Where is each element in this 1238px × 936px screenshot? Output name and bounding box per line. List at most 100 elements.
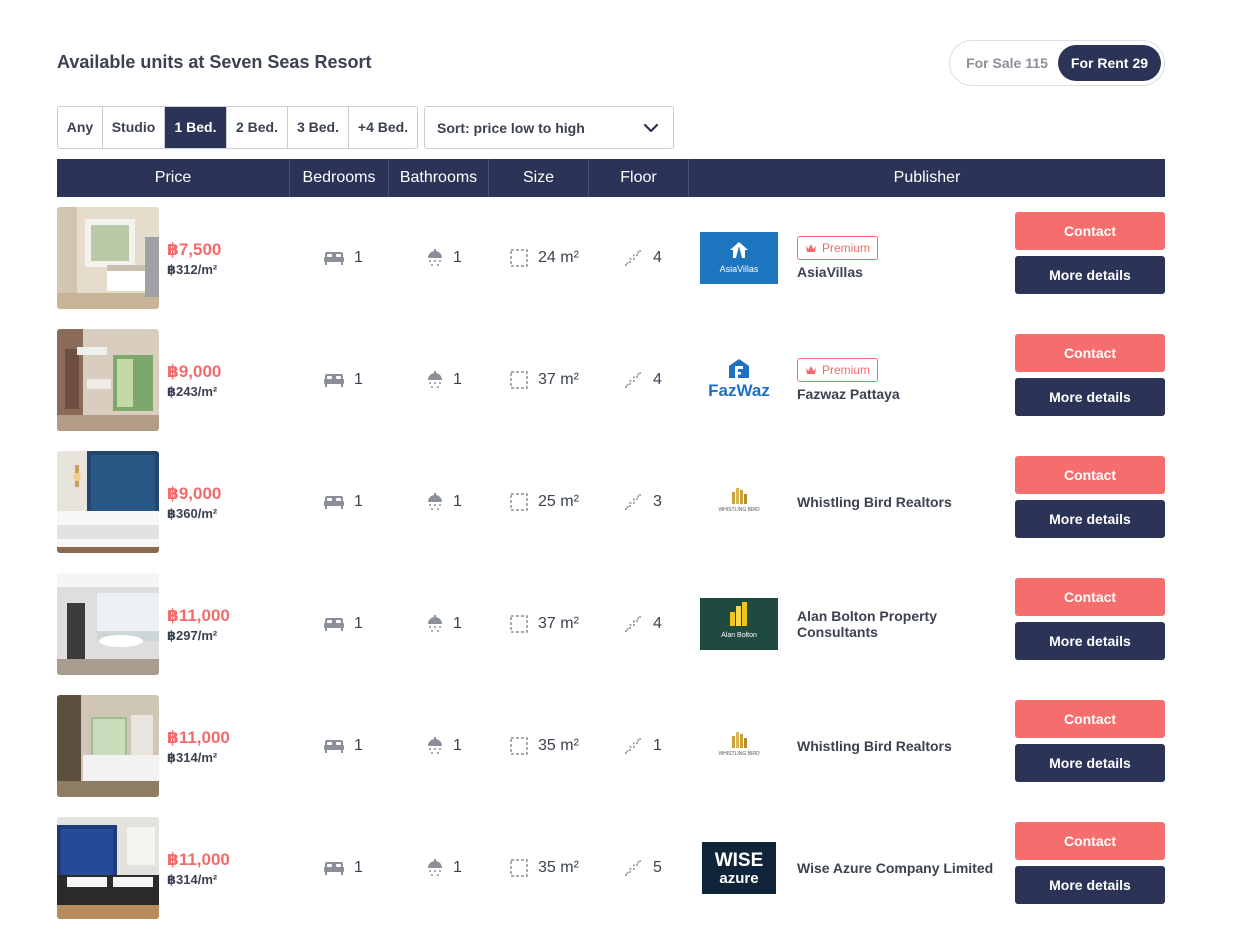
crown-icon bbox=[806, 366, 816, 374]
fazwaz-logo-text: FazWaz bbox=[708, 381, 770, 400]
size-icon bbox=[510, 493, 528, 511]
size-cell: 37 m² bbox=[510, 614, 579, 634]
more-details-button[interactable]: More details bbox=[1015, 256, 1165, 294]
for-rent-tab[interactable]: For Rent 29 bbox=[1058, 45, 1161, 81]
header-size: Size bbox=[489, 159, 589, 197]
listing-photo[interactable] bbox=[57, 817, 159, 919]
table-header: Price Bedrooms Bathrooms Size Floor Publ… bbox=[57, 159, 1165, 197]
header-publisher: Publisher bbox=[893, 169, 961, 186]
floor-value: 4 bbox=[653, 615, 662, 632]
bedrooms-cell: 1 bbox=[324, 736, 363, 756]
bedrooms-cell: 1 bbox=[324, 492, 363, 512]
for-sale-tab[interactable]: For Sale 115 bbox=[958, 45, 1056, 81]
fazwaz-logo: FazWaz bbox=[700, 354, 778, 406]
size-cell: 25 m² bbox=[510, 492, 579, 512]
bed-icon bbox=[324, 374, 344, 387]
publisher-name[interactable]: Wise Azure Company Limited bbox=[797, 860, 997, 876]
header-bathrooms: Bathrooms bbox=[389, 159, 489, 197]
price-per-sqm: ฿297/m² bbox=[167, 628, 218, 643]
floor-cell: 1 bbox=[625, 736, 662, 756]
contact-button[interactable]: Contact bbox=[1015, 700, 1165, 738]
whistling-bird-logo-text: WHISTLING BIRD bbox=[718, 507, 760, 513]
listing-photo[interactable] bbox=[57, 695, 159, 797]
more-details-button[interactable]: More details bbox=[1015, 378, 1165, 416]
stairs-icon bbox=[625, 250, 642, 266]
alan-bolton-logo-text: Alan Bolton bbox=[721, 632, 757, 639]
contact-button[interactable]: Contact bbox=[1015, 212, 1165, 250]
shower-icon bbox=[428, 737, 442, 754]
bedrooms-value: 1 bbox=[354, 371, 363, 388]
contact-button[interactable]: Contact bbox=[1015, 578, 1165, 616]
publisher-name[interactable]: Fazwaz Pattaya bbox=[797, 386, 997, 402]
filter-4-plus-bed[interactable]: +4 Bed. bbox=[349, 107, 417, 148]
bathrooms-value: 1 bbox=[453, 249, 462, 266]
filter-1-bed[interactable]: 1 Bed. bbox=[165, 107, 227, 148]
floor-cell: 3 bbox=[625, 492, 662, 512]
more-details-button[interactable]: More details bbox=[1015, 622, 1165, 660]
publisher-name[interactable]: Alan Bolton Property Consultants bbox=[797, 608, 997, 640]
floor-cell: 4 bbox=[625, 370, 662, 390]
bed-icon bbox=[324, 252, 344, 265]
publisher-name[interactable]: Whistling Bird Realtors bbox=[797, 494, 997, 510]
publisher-name[interactable]: Whistling Bird Realtors bbox=[797, 738, 997, 754]
sort-dropdown[interactable]: Sort: price low to high bbox=[424, 106, 674, 149]
bathrooms-cell: 1 bbox=[427, 492, 462, 512]
filter-2-bed[interactable]: 2 Bed. bbox=[227, 107, 288, 148]
bed-icon bbox=[324, 740, 344, 753]
floor-value: 1 bbox=[653, 737, 662, 754]
size-value: 37 m² bbox=[538, 371, 579, 388]
price-per-sqm: ฿314/m² bbox=[167, 872, 218, 887]
page-title: Available units at Seven Seas Resort bbox=[57, 52, 372, 72]
bathrooms-value: 1 bbox=[453, 859, 462, 876]
contact-button[interactable]: Contact bbox=[1015, 456, 1165, 494]
premium-badge: Premium bbox=[797, 358, 879, 382]
whistling-bird-logo: WHISTLING BIRD bbox=[700, 476, 778, 528]
more-details-button[interactable]: More details bbox=[1015, 744, 1165, 782]
filter-any[interactable]: Any bbox=[58, 107, 103, 148]
bathrooms-value: 1 bbox=[453, 493, 462, 510]
more-details-button[interactable]: More details bbox=[1015, 500, 1165, 538]
listing-photo[interactable] bbox=[57, 207, 159, 309]
table-row: ฿7,500 ฿312/m² 1 1 24 m² 4 AsiaVillas Pr… bbox=[57, 207, 1165, 309]
table-row: ฿9,000 ฿360/m² 1 1 25 m² 3 WHISTLING BIR… bbox=[57, 451, 1165, 553]
chevron-down-icon bbox=[643, 123, 659, 133]
listing-price: ฿9,000 bbox=[167, 362, 222, 381]
bedrooms-cell: 1 bbox=[324, 858, 363, 878]
bathrooms-cell: 1 bbox=[427, 614, 462, 634]
size-value: 24 m² bbox=[538, 249, 579, 266]
shower-icon bbox=[428, 615, 442, 632]
size-icon bbox=[510, 737, 528, 755]
floor-value: 4 bbox=[653, 249, 662, 266]
listing-photo[interactable] bbox=[57, 451, 159, 553]
size-icon bbox=[510, 859, 528, 877]
table-row: ฿11,000 ฿314/m² 1 1 35 m² 5 WISE azure Wi… bbox=[57, 817, 1165, 919]
size-icon bbox=[510, 249, 528, 267]
size-value: 35 m² bbox=[538, 859, 579, 876]
bedrooms-value: 1 bbox=[354, 249, 363, 266]
more-details-button[interactable]: More details bbox=[1015, 866, 1165, 904]
publisher-name[interactable]: AsiaVillas bbox=[797, 264, 997, 280]
size-cell: 37 m² bbox=[510, 370, 579, 390]
shower-icon bbox=[428, 371, 442, 388]
contact-button[interactable]: Contact bbox=[1015, 334, 1165, 372]
size-cell: 35 m² bbox=[510, 858, 579, 878]
stairs-icon bbox=[625, 494, 642, 510]
floor-value: 3 bbox=[653, 493, 662, 510]
floor-value: 4 bbox=[653, 371, 662, 388]
listing-photo[interactable] bbox=[57, 329, 159, 431]
wise-azure-logo-text: WISE azure bbox=[715, 850, 764, 887]
price-per-sqm: ฿314/m² bbox=[167, 750, 218, 765]
header-bedrooms: Bedrooms bbox=[290, 159, 389, 197]
alan-bolton-logo: Alan Bolton bbox=[700, 598, 778, 650]
bedrooms-value: 1 bbox=[354, 493, 363, 510]
floor-cell: 4 bbox=[625, 614, 662, 634]
bedrooms-value: 1 bbox=[354, 859, 363, 876]
contact-button[interactable]: Contact bbox=[1015, 822, 1165, 860]
bathrooms-cell: 1 bbox=[427, 736, 462, 756]
bathrooms-value: 1 bbox=[453, 615, 462, 632]
listing-photo[interactable] bbox=[57, 573, 159, 675]
filter-3-bed[interactable]: 3 Bed. bbox=[288, 107, 349, 148]
filter-studio[interactable]: Studio bbox=[103, 107, 165, 148]
listing-price: ฿7,500 bbox=[167, 240, 222, 259]
size-value: 25 m² bbox=[538, 493, 579, 510]
